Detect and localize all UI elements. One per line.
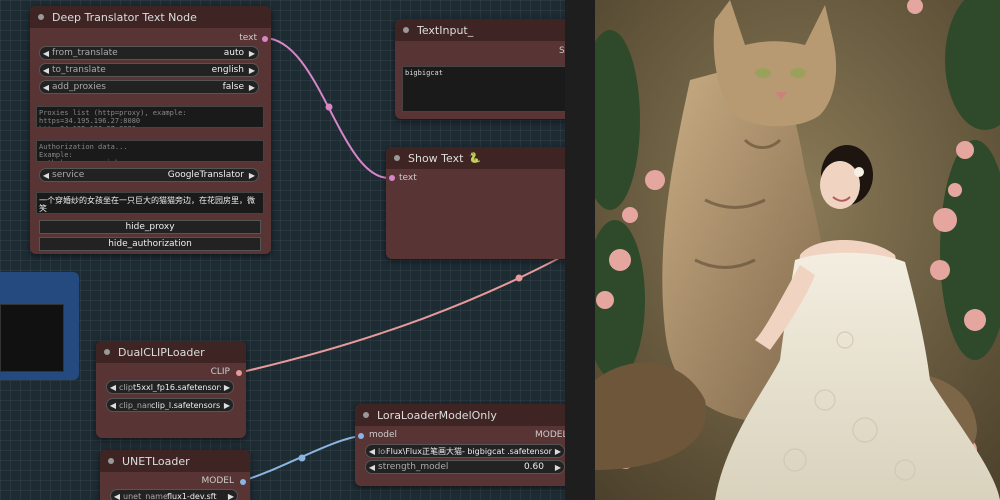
woman-face: [820, 161, 860, 209]
collapse-dot-icon[interactable]: [363, 412, 369, 418]
dual-clip-loader-node[interactable]: DualCLIPLoader CLIP ◀clip_name1t5xxl_fp1…: [96, 341, 246, 438]
node-canvas[interactable]: Deep Translator Text Node text ◀ from_tra…: [0, 0, 565, 500]
lora-name-combo[interactable]: ◀lora_nameFlux\Flux正笔画大猫- bigbigcat .saf…: [365, 444, 565, 458]
left-arrow-icon[interactable]: ◀: [40, 171, 52, 180]
text-input-node[interactable]: TextInput_ S bigbigcat: [395, 19, 565, 119]
partial-blue-node[interactable]: [0, 272, 79, 380]
clip-link-wire: [241, 254, 565, 373]
output-label-model: MODEL: [201, 476, 234, 486]
collapse-dot-icon[interactable]: [394, 155, 400, 161]
generated-image: [595, 0, 1000, 500]
node-title: Show Text: [408, 151, 464, 165]
clip-name1-combo[interactable]: ◀clip_name1t5xxl_fp16.safetensors▶: [106, 380, 234, 394]
clip-link-midpoint: [515, 274, 523, 282]
left-arrow-icon[interactable]: ◀: [40, 83, 52, 92]
collapse-dot-icon[interactable]: [38, 14, 44, 20]
output-label-model: MODEL: [535, 430, 565, 440]
clip-name2-combo[interactable]: ◀clip_name2clip_l.safetensors▶: [106, 398, 234, 412]
left-arrow-icon[interactable]: ◀: [107, 401, 119, 410]
text-link-midpoint: [325, 103, 333, 111]
show-text-node[interactable]: Show Text 🐍 text: [386, 147, 565, 259]
output-pin-clip[interactable]: [236, 370, 242, 376]
right-arrow-icon[interactable]: ▶: [246, 171, 258, 180]
collapse-dot-icon[interactable]: [403, 27, 409, 33]
left-arrow-icon[interactable]: ◀: [40, 66, 52, 75]
hide-proxy-button[interactable]: hide_proxy: [39, 220, 261, 234]
node-title: UNETLoader: [122, 454, 190, 468]
model-link-midpoint: [298, 454, 306, 462]
unet-loader-header[interactable]: UNETLoader: [100, 450, 250, 472]
lora-loader-header[interactable]: LoraLoaderModelOnly: [355, 404, 565, 426]
deep-translator-header[interactable]: Deep Translator Text Node: [30, 6, 271, 28]
input-pin-text[interactable]: [389, 175, 395, 181]
lora-loader-node[interactable]: LoraLoaderModelOnly model MODEL ◀lora_na…: [355, 404, 565, 486]
unet-loader-node[interactable]: UNETLoader MODEL ◀ unet_name flux1-dev.sft…: [100, 450, 250, 500]
right-arrow-icon[interactable]: ▶: [225, 492, 237, 500]
deep-translator-node[interactable]: Deep Translator Text Node text ◀ from_tra…: [30, 6, 271, 254]
right-arrow-icon[interactable]: ▶: [221, 401, 233, 410]
generated-image-preview: [595, 0, 1000, 500]
input-label-model: model: [369, 430, 398, 440]
right-arrow-icon[interactable]: ▶: [552, 463, 564, 472]
node-title: TextInput_: [417, 23, 474, 37]
right-arrow-icon[interactable]: ▶: [221, 383, 233, 392]
left-arrow-icon[interactable]: ◀: [40, 49, 52, 58]
input-label-text: text: [399, 173, 417, 183]
node-title: Deep Translator Text Node: [52, 10, 197, 24]
proxies-textarea[interactable]: Proxies list (http=proxy), example: http…: [36, 106, 264, 128]
partial-blue-node-textarea[interactable]: [0, 304, 64, 372]
input-pin-model[interactable]: [358, 433, 364, 439]
right-arrow-icon[interactable]: ▶: [246, 66, 258, 75]
node-title: DualCLIPLoader: [118, 345, 205, 359]
collapse-dot-icon[interactable]: [104, 349, 110, 355]
right-arrow-icon[interactable]: ▶: [246, 49, 258, 58]
hide-authorization-button[interactable]: hide_authorization: [39, 237, 261, 251]
node-title: LoraLoaderModelOnly: [377, 408, 497, 422]
show-text-header[interactable]: Show Text 🐍: [386, 147, 565, 169]
output-label-text: text: [239, 33, 257, 43]
output-pin-model[interactable]: [240, 479, 246, 485]
right-arrow-icon[interactable]: ▶: [552, 447, 564, 456]
output-pin-text[interactable]: [262, 36, 268, 42]
cat-eye-left: [755, 68, 771, 78]
hair-flower: [854, 167, 864, 177]
collapse-dot-icon[interactable]: [108, 458, 114, 464]
unet-name-combo[interactable]: ◀ unet_name flux1-dev.sft ▶: [110, 489, 238, 500]
add-proxies-toggle[interactable]: ◀ add_proxies false ▶: [39, 80, 259, 94]
output-label-fragment: S: [559, 46, 565, 56]
right-arrow-icon[interactable]: ▶: [246, 83, 258, 92]
cat-eye-right: [790, 68, 806, 78]
service-combo[interactable]: ◀ service GoogleTranslator ▶: [39, 168, 259, 182]
text-input-header[interactable]: TextInput_: [395, 19, 565, 41]
left-arrow-icon[interactable]: ◀: [366, 447, 378, 456]
authorization-textarea[interactable]: Authorization data... Example: auth_key=…: [36, 140, 264, 162]
snake-icon: 🐍: [468, 152, 481, 164]
from-translate-combo[interactable]: ◀ from_translate auto ▶: [39, 46, 259, 60]
panel-divider[interactable]: [565, 0, 595, 500]
prompt-textarea[interactable]: 一个穿婚纱的女孩坐在一只巨大的猫猫旁边，在花园房里，微笑: [36, 192, 264, 214]
to-translate-combo[interactable]: ◀ to_translate english ▶: [39, 63, 259, 77]
text-input-textarea[interactable]: bigbigcat: [402, 66, 565, 112]
output-label-clip: CLIP: [210, 367, 230, 377]
strength-model-slider[interactable]: ◀ strength_model 0.60 ▶: [365, 460, 565, 474]
dual-clip-loader-header[interactable]: DualCLIPLoader: [96, 341, 246, 363]
left-arrow-icon[interactable]: ◀: [107, 383, 119, 392]
left-arrow-icon[interactable]: ◀: [111, 492, 123, 500]
left-arrow-icon[interactable]: ◀: [366, 463, 378, 472]
